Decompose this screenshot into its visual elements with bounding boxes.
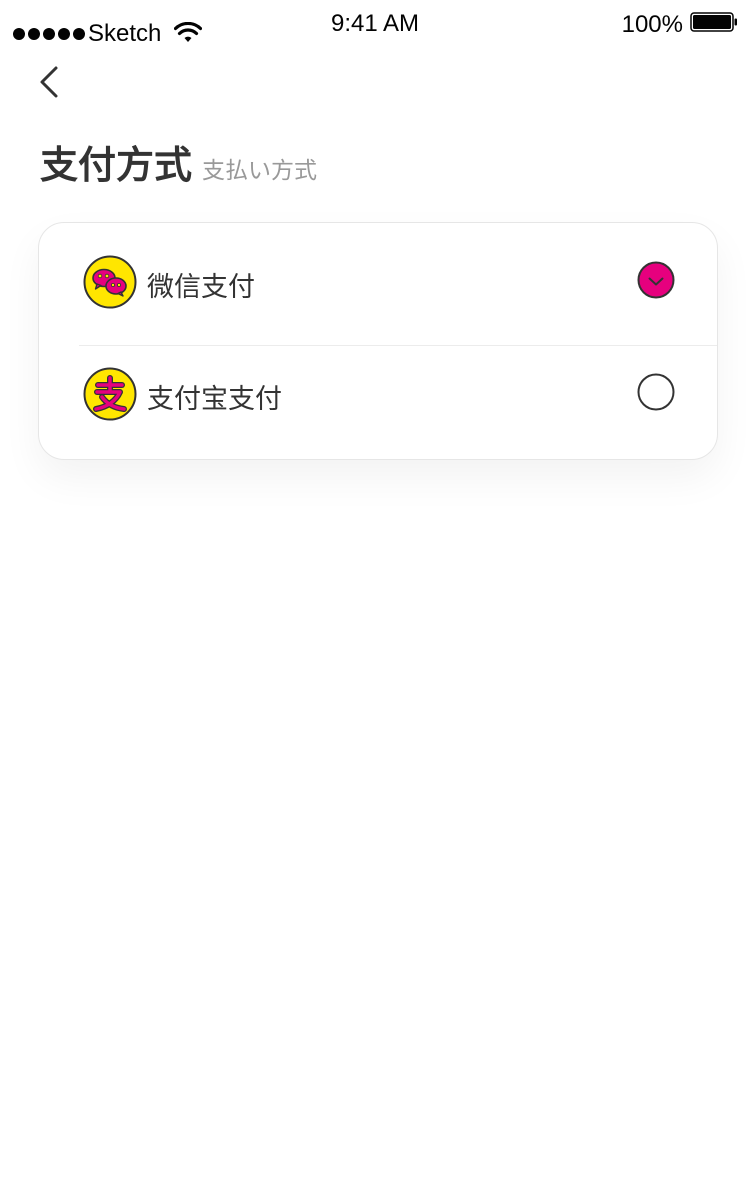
battery-percentage: 100% bbox=[621, 11, 683, 38]
page-title: 支付方式 bbox=[40, 143, 193, 187]
page-subtitle: 支払い方式 bbox=[202, 158, 318, 184]
wechat-icon bbox=[83, 255, 137, 309]
alipay-icon bbox=[83, 367, 137, 421]
payment-method-screen: Sketch 9:41 AM 100% 支付方式 支払い方式 微信支付 支付宝支… bbox=[0, 0, 750, 1202]
status-bar: Sketch 9:41 AM 100% bbox=[0, 0, 750, 50]
payment-option-wechat[interactable]: 微信支付 bbox=[39, 227, 717, 337]
radio-checked-icon[interactable] bbox=[637, 261, 675, 299]
chevron-left-icon bbox=[40, 66, 58, 98]
radio-unchecked-icon[interactable] bbox=[637, 373, 675, 411]
back-button[interactable] bbox=[30, 60, 70, 104]
page-header: 支付方式 支払い方式 bbox=[40, 134, 317, 189]
payment-option-alipay[interactable]: 支付宝支付 bbox=[39, 339, 717, 449]
payment-option-label: 支付宝支付 bbox=[147, 384, 282, 415]
battery-icon bbox=[690, 12, 737, 32]
payment-options-card: 微信支付 支付宝支付 bbox=[38, 222, 718, 460]
payment-option-label: 微信支付 bbox=[147, 272, 255, 303]
